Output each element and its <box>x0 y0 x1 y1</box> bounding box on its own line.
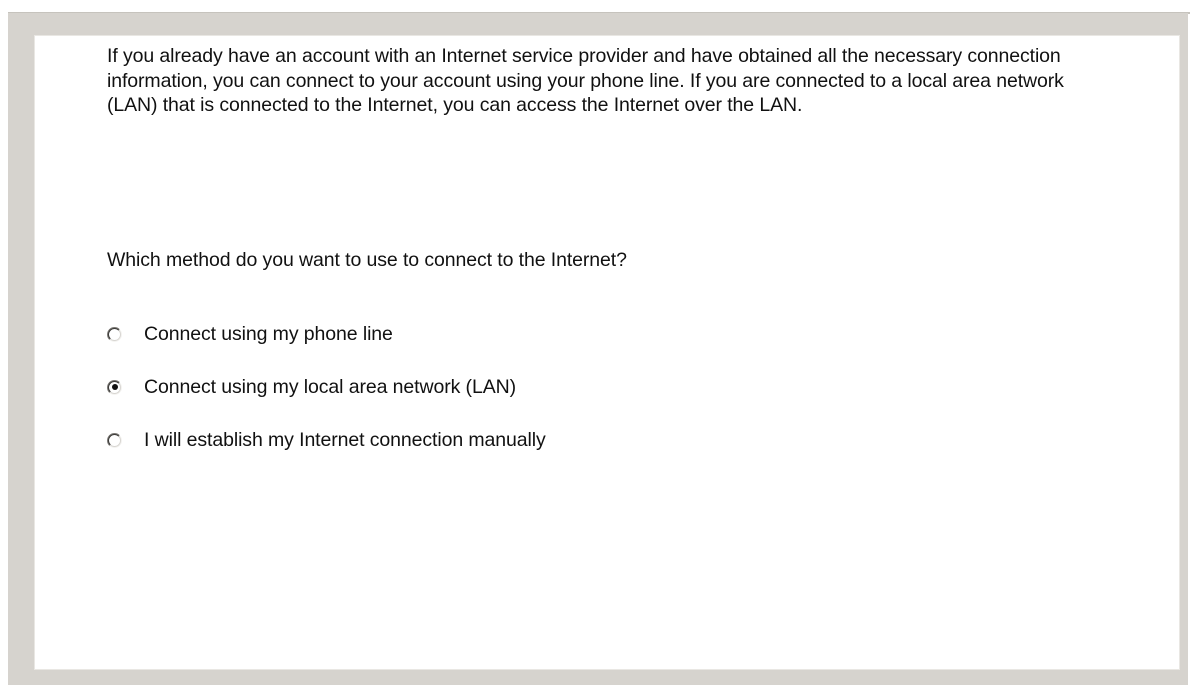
radio-phone-line[interactable] <box>107 326 122 342</box>
top-divider <box>8 0 1190 14</box>
radio-dot <box>111 384 118 390</box>
option-manual[interactable]: I will establish my Internet connection … <box>107 427 546 453</box>
connection-method-question: Which method do you want to use to conne… <box>107 249 627 271</box>
radio-lan[interactable] <box>107 379 122 395</box>
option-phone-line-label[interactable]: Connect using my phone line <box>144 321 393 347</box>
window-frame: If you already have an account with an I… <box>0 0 1190 686</box>
connection-method-options: Connect using my phone line Connect usin… <box>107 321 546 480</box>
option-phone-line[interactable]: Connect using my phone line <box>107 321 546 347</box>
intro-text: If you already have an account with an I… <box>107 45 1064 116</box>
option-lan[interactable]: Connect using my local area network (LAN… <box>107 374 546 400</box>
option-lan-label[interactable]: Connect using my local area network (LAN… <box>144 374 516 400</box>
wizard-content-panel: If you already have an account with an I… <box>34 35 1180 670</box>
option-manual-label[interactable]: I will establish my Internet connection … <box>144 427 546 453</box>
radio-manual[interactable] <box>107 432 122 448</box>
wizard-dialog: If you already have an account with an I… <box>8 13 1188 685</box>
